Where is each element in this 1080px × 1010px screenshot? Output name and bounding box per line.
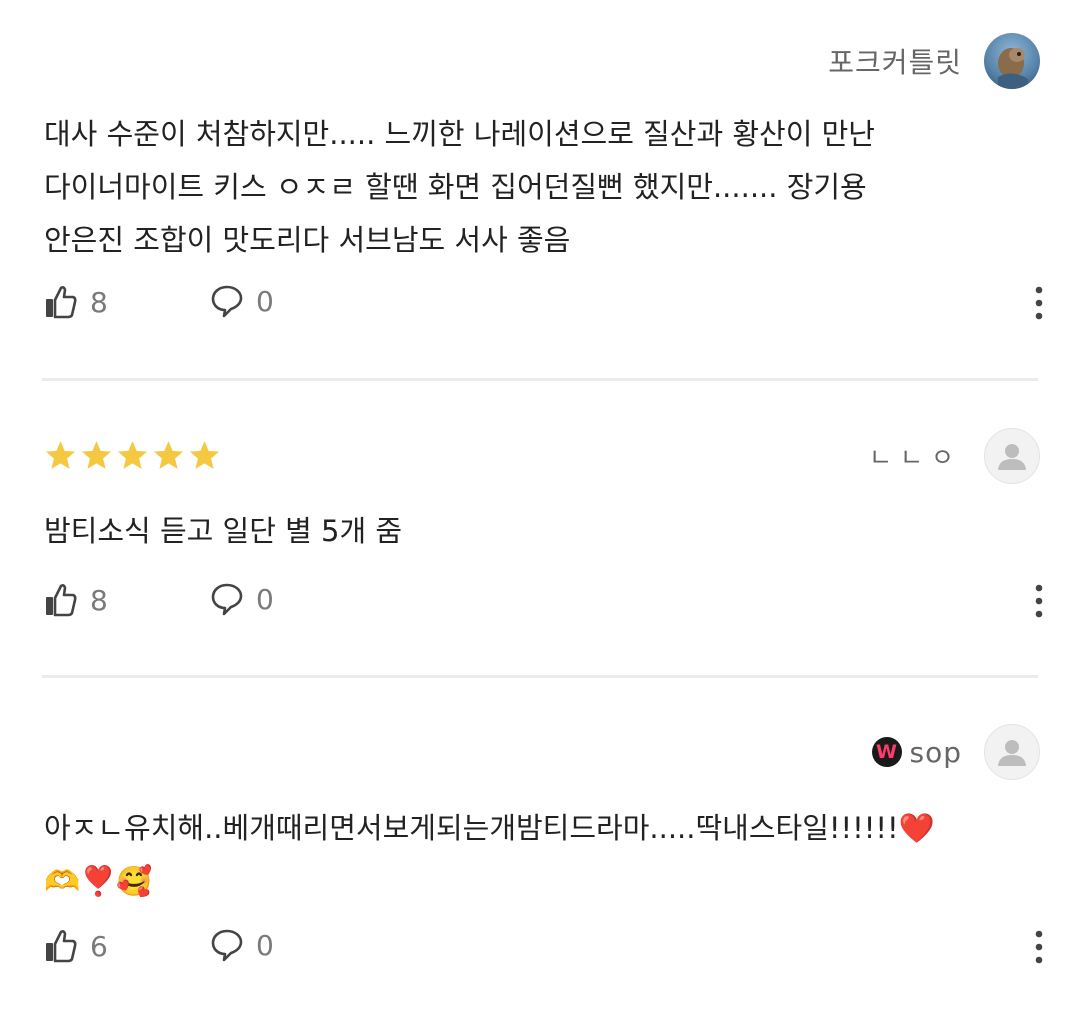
avatar[interactable] [984, 428, 1040, 484]
comment-text: 아ㅈㄴ유치해..베개때리면서보게되는개밤티드라마.....딱내스타일!!!!!!… [44, 811, 935, 898]
thumbs-up-icon [46, 286, 77, 319]
more-options-icon[interactable] [1034, 584, 1044, 618]
star-icon [117, 441, 148, 469]
default-user-icon [998, 740, 1026, 766]
reply-button[interactable]: 0 [210, 582, 274, 616]
author-name[interactable]: sop [910, 736, 963, 769]
speech-bubble-icon [211, 929, 243, 962]
reply-button[interactable]: 0 [210, 284, 274, 318]
author-badge: W [871, 737, 902, 767]
reply-count: 0 [256, 582, 274, 616]
divider [42, 675, 1038, 678]
thumbs-up-icon [46, 584, 77, 617]
avatar[interactable] [984, 33, 1040, 89]
comment-actions: 6 0 [44, 928, 1044, 968]
comment-actions: 8 0 [44, 284, 1044, 324]
comment-actions: 8 0 [44, 582, 1044, 622]
comment-author[interactable]: W sop [871, 724, 1040, 780]
photo-avatar-icon [998, 48, 1028, 89]
divider [42, 378, 1038, 381]
like-count: 8 [90, 583, 108, 617]
reply-button[interactable]: 0 [210, 928, 274, 962]
star-icon [189, 441, 220, 469]
star-icon [45, 441, 76, 469]
like-button[interactable]: 6 [44, 928, 108, 964]
reply-count: 0 [256, 928, 274, 962]
thumbs-up-icon [46, 930, 77, 963]
comment-author[interactable]: ㄴㄴㅇ [869, 428, 1040, 484]
speech-bubble-icon [211, 285, 243, 318]
comment-text: 대사 수준이 처참하지만..... 느끼한 나레이션으로 질산과 황산이 만난 … [44, 117, 875, 257]
star-icon [81, 441, 112, 469]
more-options-icon[interactable] [1034, 286, 1044, 320]
comment-author[interactable]: 포크커틀릿 [828, 33, 1040, 89]
like-button[interactable]: 8 [44, 582, 108, 618]
like-button[interactable]: 8 [44, 284, 108, 320]
more-options-icon[interactable] [1034, 930, 1044, 964]
comment-text: 밤티소식 듣고 일단 별 5개 줌 [44, 514, 403, 548]
like-count: 8 [90, 285, 108, 319]
author-name[interactable]: 포크커틀릿 [828, 41, 962, 81]
like-count: 6 [90, 929, 108, 963]
speech-bubble-icon [211, 583, 243, 616]
author-name[interactable]: ㄴㄴㅇ [869, 438, 962, 474]
reply-count: 0 [256, 284, 274, 318]
default-user-icon [998, 444, 1026, 470]
star-icon [153, 441, 184, 469]
avatar[interactable] [984, 724, 1040, 780]
star-rating [44, 439, 221, 472]
